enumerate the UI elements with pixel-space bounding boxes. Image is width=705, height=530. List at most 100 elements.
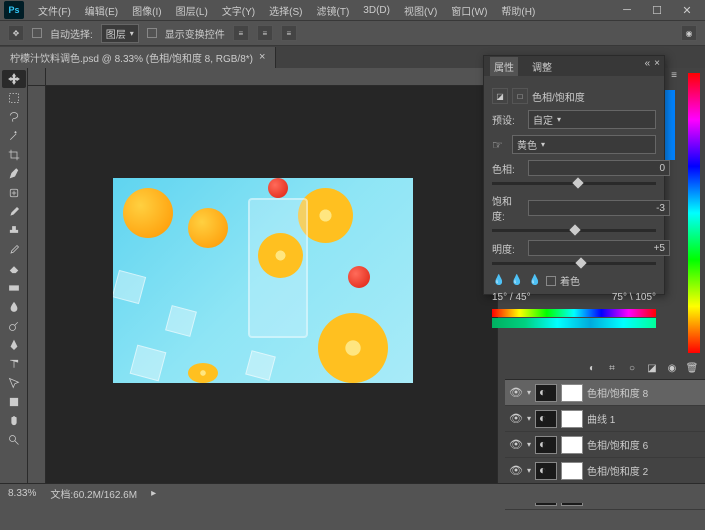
document-info[interactable]: 文档:60.2M/162.6M (50, 486, 137, 501)
eye-icon[interactable]: ◉ (665, 362, 679, 376)
layer-row[interactable]: 👁 ▾ 色相/饱和度 8 (505, 380, 705, 406)
menu-layer[interactable]: 图层(L) (170, 1, 214, 20)
heal-tool[interactable] (2, 184, 26, 202)
channel-dropdown[interactable]: 黄色 (512, 135, 656, 154)
colorize-checkbox[interactable] (546, 276, 556, 286)
panel-menu-icon[interactable]: ≡ (671, 70, 677, 81)
menu-image[interactable]: 图像(I) (126, 1, 167, 20)
hand-tool[interactable] (2, 412, 26, 430)
menu-3d[interactable]: 3D(D) (357, 3, 396, 18)
trash-icon[interactable]: 🗑 (685, 362, 699, 376)
layer-name[interactable]: 色相/饱和度 2 (587, 463, 701, 478)
tab-properties[interactable]: 属性 (490, 57, 518, 76)
menu-filter[interactable]: 滤镜(T) (311, 1, 356, 20)
lasso-tool[interactable] (2, 108, 26, 126)
eraser-tool[interactable] (2, 260, 26, 278)
menu-help[interactable]: 帮助(H) (495, 1, 541, 20)
align-icon-3[interactable]: ≡ (281, 25, 297, 41)
chevron-down-icon[interactable]: ▾ (527, 466, 531, 475)
layer-row[interactable]: 👁 ▾ 曲线 1 (505, 406, 705, 432)
hue-bar[interactable] (688, 73, 700, 353)
gradient-tool[interactable] (2, 279, 26, 297)
hue-input[interactable] (528, 160, 670, 176)
visibility-toggle[interactable]: 👁 (509, 438, 523, 451)
layer-mask-thumb[interactable] (561, 410, 583, 428)
hand-icon[interactable]: ☞ (492, 138, 508, 152)
brush-tool[interactable] (2, 203, 26, 221)
canvas-area[interactable] (28, 68, 497, 483)
dodge-tool[interactable] (2, 317, 26, 335)
align-icon[interactable]: ≡ (233, 25, 249, 41)
menu-type[interactable]: 文字(Y) (216, 1, 261, 20)
path-tool[interactable] (2, 374, 26, 392)
layer-row[interactable]: 👁 ▾ 色相/饱和度 2 (505, 458, 705, 484)
layer-mask-thumb[interactable] (561, 436, 583, 454)
move-tool[interactable] (2, 70, 26, 88)
layer-thumbnail[interactable] (535, 462, 557, 480)
crop-tool[interactable] (2, 146, 26, 164)
saturation-slider[interactable] (492, 229, 656, 232)
visibility-toggle[interactable]: 👁 (509, 412, 523, 425)
layer-name[interactable]: 色相/饱和度 8 (587, 385, 701, 400)
auto-select-mode-dropdown[interactable]: 图层 (101, 24, 139, 43)
layer-mask-icon[interactable]: ◪ (645, 362, 659, 376)
lightness-slider[interactable] (492, 262, 656, 265)
window-maximize[interactable]: ☐ (643, 1, 671, 19)
menu-edit[interactable]: 编辑(E) (79, 1, 124, 20)
menu-window[interactable]: 窗口(W) (445, 1, 493, 20)
pen-tool[interactable] (2, 336, 26, 354)
layer-mask-thumb[interactable] (561, 462, 583, 480)
ruler-horizontal[interactable] (46, 68, 497, 86)
chevron-down-icon[interactable]: ▾ (527, 414, 531, 423)
collapse-icon[interactable]: « (645, 58, 651, 69)
hue-range-strip[interactable] (492, 309, 656, 317)
blur-tool[interactable] (2, 298, 26, 316)
eyedropper-tool[interactable] (2, 165, 26, 183)
zoom-level[interactable]: 8.33% (8, 488, 36, 499)
saturation-input[interactable] (528, 200, 670, 216)
layer-mask-thumb[interactable] (561, 384, 583, 402)
layer-style-icon[interactable]: ○ (625, 362, 639, 376)
eyedropper-icon[interactable]: 💧 (492, 274, 506, 288)
menu-view[interactable]: 视图(V) (398, 1, 443, 20)
layer-name[interactable]: 色相/饱和度 6 (587, 437, 701, 452)
shape-tool[interactable] (2, 393, 26, 411)
document-tab[interactable]: 柠檬汁饮料调色.psd @ 8.33% (色相/饱和度 8, RGB/8*) × (0, 47, 276, 68)
menu-file[interactable]: 文件(F) (32, 1, 77, 20)
eyedropper-sub-icon[interactable]: 💧 (528, 274, 542, 288)
close-tab-icon[interactable]: × (259, 51, 265, 63)
hue-range-strip-result[interactable] (492, 318, 656, 328)
eyedropper-add-icon[interactable]: 💧 (510, 274, 524, 288)
show-transform-checkbox[interactable] (147, 28, 157, 38)
layer-thumbnail[interactable] (535, 384, 557, 402)
window-minimize[interactable]: ─ (613, 1, 641, 19)
canvas-image[interactable] (113, 178, 413, 383)
history-brush-tool[interactable] (2, 241, 26, 259)
marquee-tool[interactable] (2, 89, 26, 107)
hue-slider[interactable] (492, 182, 656, 185)
chevron-right-icon[interactable]: ▸ (151, 488, 156, 499)
menu-select[interactable]: 选择(S) (263, 1, 308, 20)
chevron-down-icon[interactable]: ▾ (527, 388, 531, 397)
layer-row[interactable]: 👁 ▾ 色相/饱和度 6 (505, 432, 705, 458)
3d-mode-icon[interactable]: ◉ (681, 25, 697, 41)
close-icon[interactable]: × (654, 58, 660, 69)
stamp-tool[interactable] (2, 222, 26, 240)
layer-thumbnail[interactable] (535, 410, 557, 428)
chevron-down-icon[interactable]: ▾ (527, 440, 531, 449)
type-tool[interactable] (2, 355, 26, 373)
layer-name[interactable]: 曲线 1 (587, 411, 701, 426)
align-icon-2[interactable]: ≡ (257, 25, 273, 41)
layer-filter-icon[interactable]: ◐ (585, 362, 599, 376)
tab-adjustments[interactable]: 调整 (528, 57, 556, 76)
link-icon[interactable]: ⌗ (605, 362, 619, 376)
layer-thumbnail[interactable] (535, 436, 557, 454)
visibility-toggle[interactable]: 👁 (509, 386, 523, 399)
auto-select-checkbox[interactable] (32, 28, 42, 38)
zoom-tool[interactable] (2, 431, 26, 449)
ruler-vertical[interactable] (28, 86, 46, 483)
preset-dropdown[interactable]: 自定 (528, 110, 656, 129)
window-close[interactable]: ✕ (673, 1, 701, 19)
visibility-toggle[interactable]: 👁 (509, 464, 523, 477)
wand-tool[interactable] (2, 127, 26, 145)
